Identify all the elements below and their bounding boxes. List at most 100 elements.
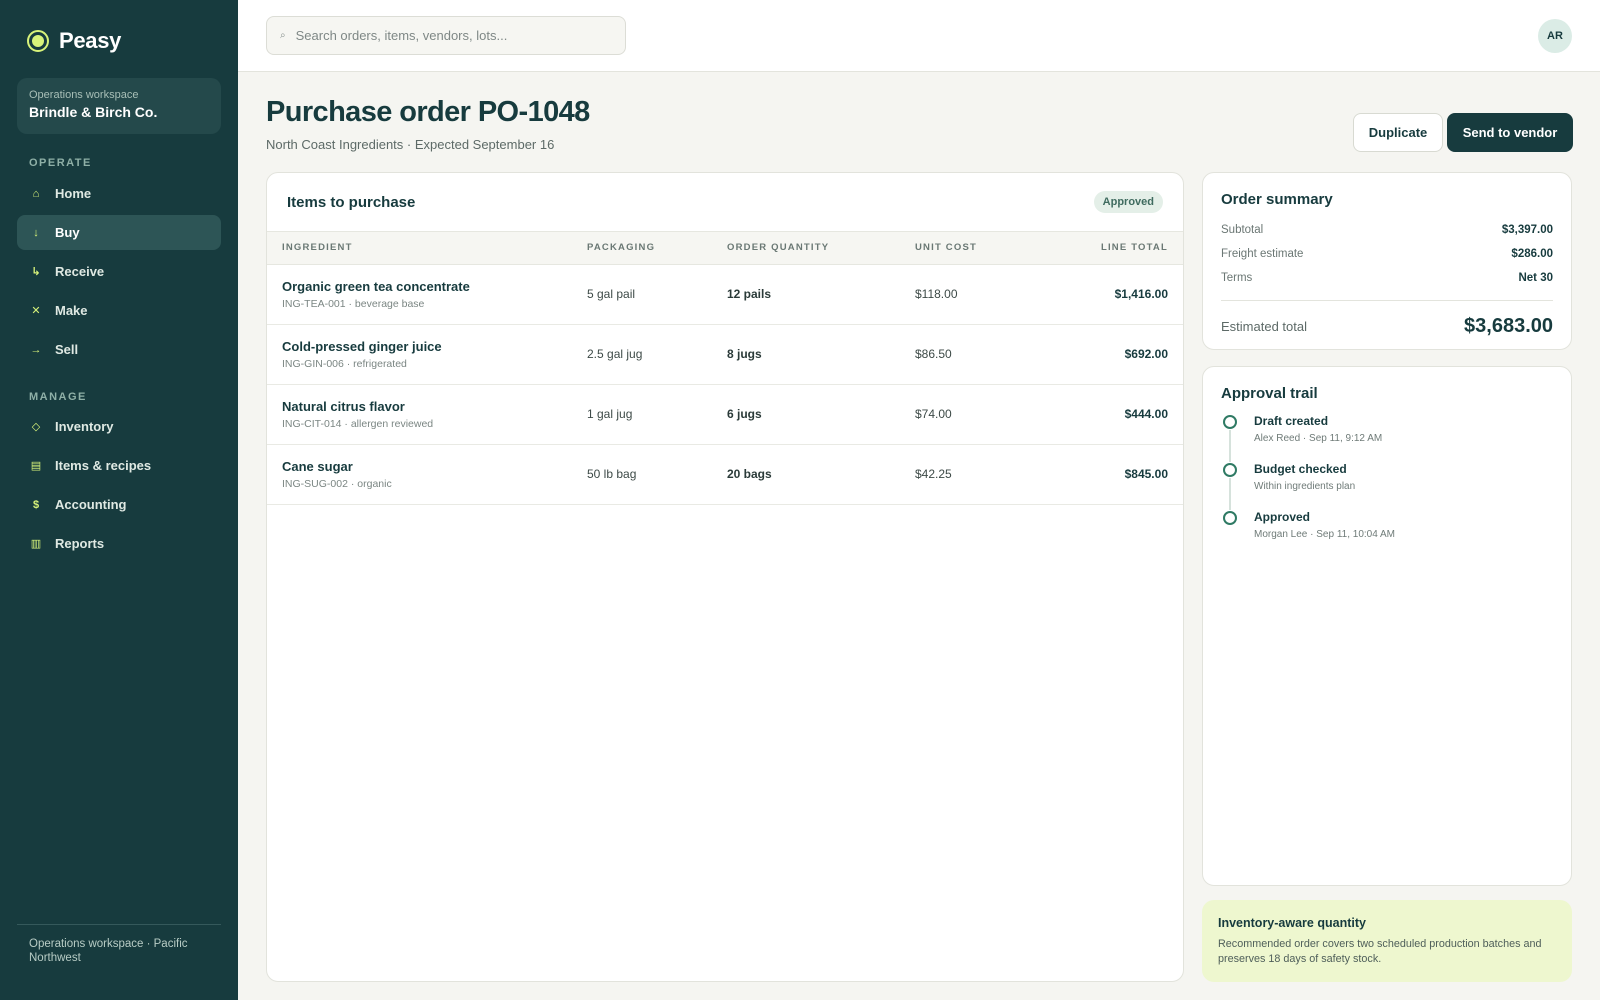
sidebar-footer: Operations workspace · Pacific Northwest xyxy=(17,924,221,965)
packaging-cell: 5 gal pail xyxy=(587,264,727,325)
unit-cost-cell: $86.50 xyxy=(915,324,1055,385)
sidebar-item-make[interactable]: ✕ Make xyxy=(17,293,221,328)
item-meta: ING-SUG-002 · organic xyxy=(282,477,392,490)
packaging-cell: 2.5 gal jug xyxy=(587,324,727,385)
workspace-switcher[interactable]: Operations workspace Brindle & Birch Co. xyxy=(17,78,221,134)
step-title: Budget checked xyxy=(1254,462,1347,476)
step-connector xyxy=(1229,430,1231,462)
brand-logo-icon xyxy=(27,30,49,52)
approval-trail-card: Approval trail Draft created Alex Reed ·… xyxy=(1202,366,1572,886)
sidebar-item-label: Reports xyxy=(55,536,105,551)
items-card-title: Items to purchase xyxy=(287,193,416,211)
workspace-name: Brindle & Birch Co. xyxy=(29,104,158,120)
order-summary-title: Order summary xyxy=(1221,191,1333,208)
quantity-cell: 8 jugs xyxy=(727,324,915,385)
search-input[interactable] xyxy=(295,28,596,43)
tip-text: Recommended order covers two scheduled p… xyxy=(1218,938,1542,965)
items-card: Items to purchase Approved INGREDIENT PA… xyxy=(266,172,1184,982)
section-label-operate: OPERATE xyxy=(29,157,92,169)
sidebar-item-sell[interactable]: → Sell xyxy=(17,332,221,367)
order-summary-card: Order summary Subtotal $3,397.00 Freight… xyxy=(1202,172,1572,350)
step-meta: Morgan Lee · Sep 11, 10:04 AM xyxy=(1254,529,1396,540)
nav-operate: ⌂ Home ↓ Buy ↳ Receive ✕ Make → Sell xyxy=(17,176,221,371)
line-total-cell: $692.00 xyxy=(1055,324,1183,385)
item-name[interactable]: Cold-pressed ginger juice xyxy=(282,339,587,354)
estimated-total-value: $3,683.00 xyxy=(1464,314,1553,337)
sidebar-item-label: Buy xyxy=(55,225,80,240)
step-connector xyxy=(1229,478,1231,510)
ingredient-cell: Cold-pressed ginger juice ING-GIN-006 · … xyxy=(267,324,587,385)
status-badge: Approved xyxy=(1093,191,1163,213)
summary-row-subtotal: Subtotal $3,397.00 xyxy=(1221,218,1553,242)
approval-step: Budget checked Within ingredients plan xyxy=(1221,462,1553,510)
estimated-total-label: Estimated total xyxy=(1221,318,1307,334)
summary-value: $286.00 xyxy=(1511,248,1553,260)
sidebar-item-label: Sell xyxy=(55,342,79,357)
nav-manage: ◇ Inventory ▤ Items & recipes $ Accounti… xyxy=(17,409,221,565)
item-meta: ING-GIN-006 · refrigerated xyxy=(282,357,407,370)
inventory-icon: ◇ xyxy=(31,421,41,433)
summary-row-freight: Freight estimate $286.00 xyxy=(1221,242,1553,266)
table-row[interactable]: Cold-pressed ginger juice ING-GIN-006 · … xyxy=(267,324,1183,385)
tip-title: Inventory-aware quantity xyxy=(1218,916,1366,930)
step-meta: Within ingredients plan xyxy=(1254,481,1356,492)
accounting-icon: $ xyxy=(32,498,40,511)
brand[interactable]: Peasy xyxy=(27,28,121,54)
page-title: Purchase order PO-1048 xyxy=(266,96,590,128)
sidebar-item-label: Items & recipes xyxy=(55,458,152,473)
sidebar: Peasy Operations workspace Brindle & Bir… xyxy=(0,0,238,1000)
column-header-order-quantity[interactable]: ORDER QUANTITY xyxy=(727,232,915,265)
items-table: INGREDIENT PACKAGING ORDER QUANTITY UNIT… xyxy=(267,232,1183,505)
brand-name: Peasy xyxy=(59,28,122,53)
page-subtitle: North Coast Ingredients · Expected Septe… xyxy=(266,137,555,152)
unit-cost-cell: $74.00 xyxy=(915,384,1055,445)
sidebar-item-label: Receive xyxy=(55,264,105,279)
avatar[interactable]: AR xyxy=(1538,19,1572,53)
column-header-line-total[interactable]: LINE TOTAL xyxy=(1055,232,1183,265)
column-header-ingredient[interactable]: INGREDIENT xyxy=(267,232,587,265)
sell-arrow-icon: → xyxy=(30,343,42,356)
item-name[interactable]: Natural citrus flavor xyxy=(282,399,587,414)
line-total-cell: $1,416.00 xyxy=(1055,264,1183,325)
column-header-unit-cost[interactable]: UNIT COST xyxy=(915,232,1055,265)
approval-step: Draft created Alex Reed · Sep 11, 9:12 A… xyxy=(1221,414,1553,462)
make-icon: ✕ xyxy=(31,305,41,317)
duplicate-button[interactable]: Duplicate xyxy=(1353,113,1443,152)
sidebar-item-accounting[interactable]: $ Accounting xyxy=(17,487,221,522)
item-meta: ING-CIT-014 · allergen reviewed xyxy=(282,417,434,430)
reports-icon: ▥ xyxy=(30,538,42,550)
table-row[interactable]: Cane sugar ING-SUG-002 · organic 50 lb b… xyxy=(267,444,1183,505)
ingredient-cell: Organic green tea concentrate ING-TEA-00… xyxy=(267,264,587,325)
sidebar-item-items-recipes[interactable]: ▤ Items & recipes xyxy=(17,448,221,483)
buy-arrow-icon: ↓ xyxy=(33,226,39,239)
line-total-cell: $845.00 xyxy=(1055,444,1183,505)
packaging-cell: 1 gal jug xyxy=(587,384,727,445)
table-row[interactable]: Natural citrus flavor ING-CIT-014 · alle… xyxy=(267,384,1183,445)
column-header-packaging[interactable]: PACKAGING xyxy=(587,232,727,265)
sidebar-item-receive[interactable]: ↳ Receive xyxy=(17,254,221,289)
search-box[interactable]: ⌕ xyxy=(266,16,626,55)
inventory-tip-card: Inventory-aware quantity Recommended ord… xyxy=(1202,900,1572,982)
step-title: Draft created xyxy=(1254,414,1329,428)
section-label-manage: MANAGE xyxy=(29,391,87,403)
item-name[interactable]: Cane sugar xyxy=(282,459,587,474)
line-total-cell: $444.00 xyxy=(1055,384,1183,445)
summary-row-terms: Terms Net 30 xyxy=(1221,266,1553,290)
ingredient-cell: Natural citrus flavor ING-CIT-014 · alle… xyxy=(267,384,587,445)
sidebar-item-label: Home xyxy=(55,186,92,201)
table-row[interactable]: Organic green tea concentrate ING-TEA-00… xyxy=(267,264,1183,325)
send-to-vendor-button[interactable]: Send to vendor xyxy=(1447,113,1573,152)
sidebar-item-inventory[interactable]: ◇ Inventory xyxy=(17,409,221,444)
summary-value: $3,397.00 xyxy=(1501,224,1553,236)
sidebar-item-reports[interactable]: ▥ Reports xyxy=(17,526,221,561)
summary-label: Freight estimate xyxy=(1221,248,1304,260)
step-title: Approved xyxy=(1254,510,1311,524)
step-circle-icon xyxy=(1223,463,1237,477)
quantity-cell: 20 bags xyxy=(727,444,915,505)
summary-total: Estimated total $3,683.00 xyxy=(1221,301,1553,351)
item-name[interactable]: Organic green tea concentrate xyxy=(282,279,587,294)
summary-label: Subtotal xyxy=(1221,224,1264,236)
recipes-icon: ▤ xyxy=(30,460,42,472)
sidebar-item-home[interactable]: ⌂ Home xyxy=(17,176,221,211)
sidebar-item-buy[interactable]: ↓ Buy xyxy=(17,215,221,250)
